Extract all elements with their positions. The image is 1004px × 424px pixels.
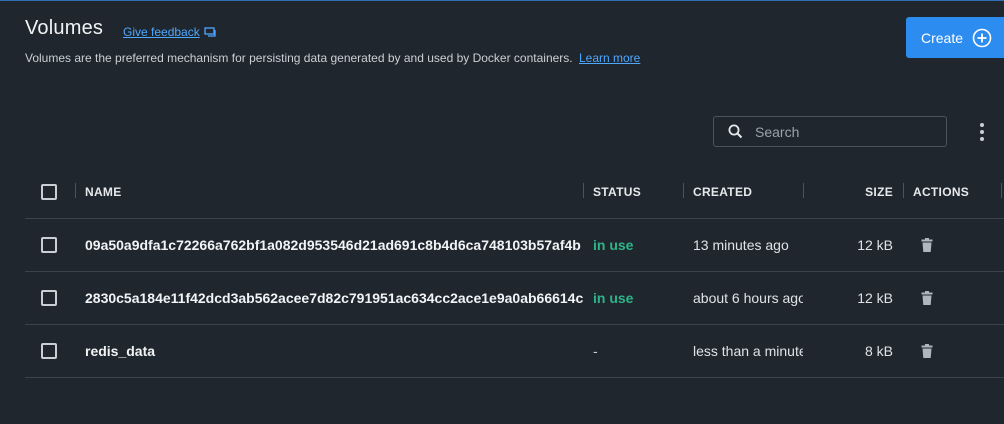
- volume-size: 12 kB: [857, 237, 893, 253]
- page-title: Volumes: [25, 17, 104, 39]
- window-top-border: [0, 0, 1004, 1]
- select-all-cell: [41, 166, 61, 218]
- volume-name[interactable]: redis_data: [85, 325, 583, 377]
- volume-size: 8 kB: [864, 343, 893, 359]
- plus-circle-icon: [972, 28, 992, 48]
- more-vertical-icon[interactable]: [977, 122, 987, 142]
- trash-icon[interactable]: [921, 344, 933, 358]
- volumes-table: NAME STATUS CREATED SIZE ACTIONS 09a50a9…: [25, 166, 1004, 378]
- column-separator: [903, 183, 904, 198]
- column-header-created[interactable]: CREATED: [693, 166, 803, 218]
- column-separator: [683, 183, 684, 198]
- table-row[interactable]: 09a50a9dfa1c72266a762bf1a082d953546d21ad…: [25, 219, 1004, 272]
- volume-status: -: [593, 343, 598, 359]
- give-feedback-link[interactable]: Give feedback: [123, 25, 217, 39]
- learn-more-link[interactable]: Learn more: [579, 51, 640, 65]
- volume-status: in use: [593, 237, 634, 253]
- trash-icon[interactable]: [921, 291, 933, 305]
- give-feedback-label: Give feedback: [123, 25, 200, 39]
- search-icon: [728, 124, 743, 139]
- create-button-label: Create: [921, 29, 964, 46]
- actions-cell: [913, 325, 993, 377]
- column-separator: [803, 183, 804, 198]
- volume-created: 13 minutes ago: [693, 237, 789, 253]
- subtitle-text: Volumes are the preferred mechanism for …: [25, 51, 573, 65]
- select-all-checkbox[interactable]: [41, 184, 57, 200]
- volume-size: 12 kB: [857, 290, 893, 306]
- search-input[interactable]: [753, 122, 937, 141]
- feedback-icon: [204, 26, 216, 37]
- column-header-size[interactable]: SIZE: [805, 166, 893, 218]
- actions-cell: [913, 219, 993, 271]
- trash-icon[interactable]: [921, 238, 933, 252]
- column-separator: [1001, 183, 1002, 198]
- row-checkbox[interactable]: [41, 290, 57, 306]
- volume-status: in use: [593, 290, 634, 306]
- volume-name[interactable]: 2830c5a184e11f42dcd3ab562acee7d82c791951…: [85, 272, 583, 324]
- row-checkbox-cell: [41, 272, 61, 324]
- page-subtitle: Volumes are the preferred mechanism for …: [25, 51, 640, 65]
- row-checkbox[interactable]: [41, 343, 57, 359]
- column-header-status[interactable]: STATUS: [593, 166, 673, 218]
- volume-created: less than a minute ago: [693, 343, 803, 359]
- table-header: NAME STATUS CREATED SIZE ACTIONS: [25, 166, 1004, 219]
- table-row[interactable]: 2830c5a184e11f42dcd3ab562acee7d82c791951…: [25, 272, 1004, 325]
- volume-name[interactable]: 09a50a9dfa1c72266a762bf1a082d953546d21ad…: [85, 219, 583, 271]
- table-row[interactable]: redis_data - less than a minute ago 8 kB: [25, 325, 1004, 378]
- column-separator: [583, 183, 584, 198]
- create-volume-button[interactable]: Create: [906, 17, 1004, 58]
- row-checkbox[interactable]: [41, 237, 57, 253]
- column-header-actions: ACTIONS: [913, 185, 970, 199]
- row-checkbox-cell: [41, 219, 61, 271]
- row-checkbox-cell: [41, 325, 61, 377]
- search-box[interactable]: [713, 116, 947, 147]
- volume-created: about 6 hours ago: [693, 290, 803, 306]
- column-header-name[interactable]: NAME: [85, 166, 583, 218]
- actions-cell: [913, 272, 993, 324]
- column-separator: [75, 183, 76, 198]
